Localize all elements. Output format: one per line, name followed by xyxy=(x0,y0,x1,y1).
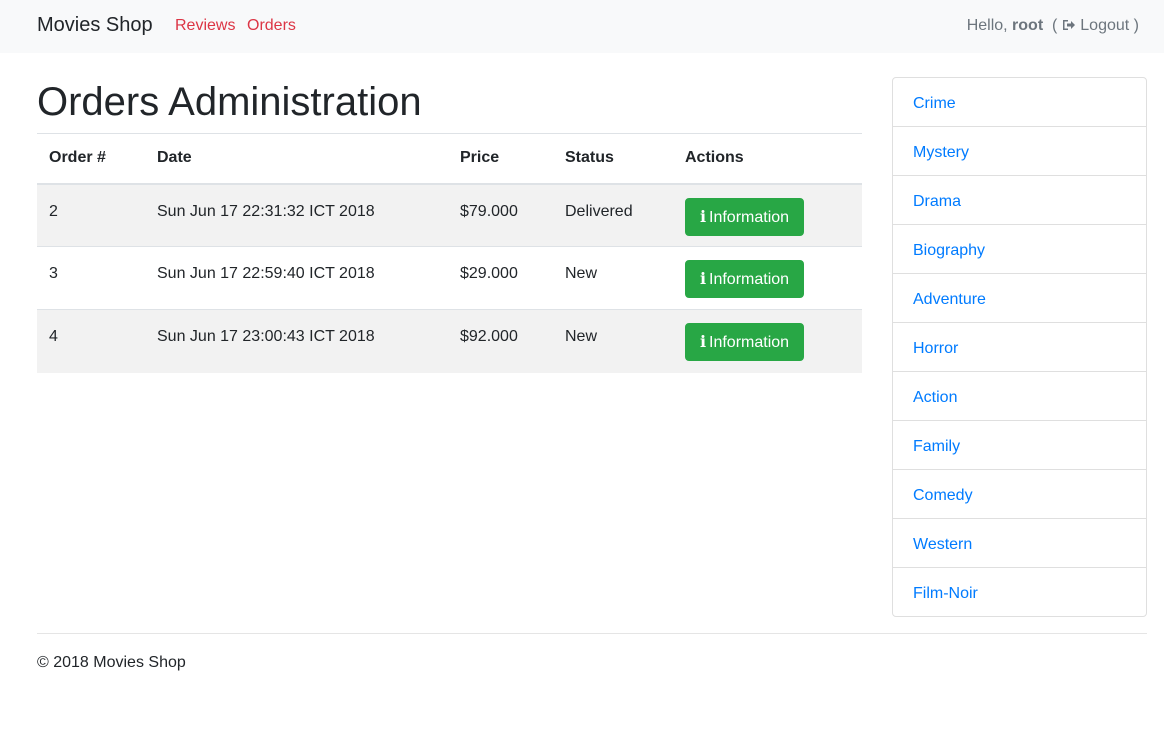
navbar: Movies Shop Reviews Orders Hello, root (… xyxy=(0,0,1164,53)
nav-orders-link[interactable]: Orders xyxy=(247,17,296,35)
page-title: Orders Administration xyxy=(37,80,422,124)
information-button[interactable]: i Information xyxy=(685,197,804,236)
header-order-number: Order # xyxy=(37,133,145,185)
footer-divider xyxy=(37,633,1147,634)
footer-copyright: © 2018 Movies Shop xyxy=(37,654,186,671)
genre-link-drama[interactable]: Drama xyxy=(913,193,961,210)
genre-item: Mystery xyxy=(893,126,1146,175)
order-date-cell: Sun Jun 17 23:00:43 ICT 2018 xyxy=(145,309,448,373)
genre-item: Western xyxy=(893,518,1146,567)
order-status-cell: New xyxy=(553,309,673,373)
information-button-label: Information xyxy=(709,208,790,226)
order-status-cell: Delivered xyxy=(553,183,673,247)
table-row: 4 Sun Jun 17 23:00:43 ICT 2018 $92.000 N… xyxy=(37,309,862,373)
sign-out-icon xyxy=(1062,20,1075,30)
orders-table: Order # Date Price Status Actions 2 Sun … xyxy=(37,133,862,373)
table-row: 2 Sun Jun 17 22:31:32 ICT 2018 $79.000 D… xyxy=(37,183,862,247)
header-date: Date xyxy=(145,133,448,185)
logout-paren-close: ) xyxy=(1133,17,1139,34)
greeting-text: Hello, xyxy=(966,17,1008,34)
info-icon: i xyxy=(699,269,707,288)
information-button-label: Information xyxy=(709,271,790,288)
order-status-cell: New xyxy=(553,246,673,310)
genre-item: Biography xyxy=(893,224,1146,273)
user-area: Hello, root ( Logout ) xyxy=(967,17,1139,35)
order-number-cell: 4 xyxy=(37,309,145,373)
order-date-cell: Sun Jun 17 22:59:40 ICT 2018 xyxy=(145,246,448,310)
genre-link-action[interactable]: Action xyxy=(913,389,957,406)
order-actions-cell: i Information xyxy=(673,246,862,310)
genre-link-film-noir[interactable]: Film-Noir xyxy=(913,585,978,602)
order-actions-cell: i Information xyxy=(673,183,862,247)
logout-link[interactable]: Logout xyxy=(1062,17,1129,34)
brand-link[interactable]: Movies Shop xyxy=(37,14,153,37)
logout-paren-open: ( xyxy=(1052,17,1058,34)
information-button[interactable]: i Information xyxy=(685,260,804,298)
order-number-cell: 3 xyxy=(37,246,145,310)
order-actions-cell: i Information xyxy=(673,309,862,373)
genre-link-adventure[interactable]: Adventure xyxy=(913,291,986,308)
table-row: 3 Sun Jun 17 22:59:40 ICT 2018 $29.000 N… xyxy=(37,246,862,310)
information-button-label: Information xyxy=(709,334,790,351)
info-icon: i xyxy=(699,332,707,351)
username: root xyxy=(1012,17,1044,34)
logout-label: Logout xyxy=(1080,17,1130,34)
header-price: Price xyxy=(448,133,553,185)
genre-link-biography[interactable]: Biography xyxy=(913,242,985,259)
genre-item: Film-Noir xyxy=(893,567,1146,616)
header-actions: Actions xyxy=(673,133,862,185)
order-date-cell: Sun Jun 17 22:31:32 ICT 2018 xyxy=(145,183,448,247)
genre-link-crime[interactable]: Crime xyxy=(913,95,956,112)
genre-item: Drama xyxy=(893,175,1146,224)
genre-item: Crime xyxy=(893,78,1146,126)
genre-item: Family xyxy=(893,420,1146,469)
genre-list: Crime Mystery Drama Biography Adventure … xyxy=(892,77,1147,617)
genre-item: Comedy xyxy=(893,469,1146,518)
order-number-cell: 2 xyxy=(37,183,145,247)
genre-link-family[interactable]: Family xyxy=(913,438,960,455)
genre-link-western[interactable]: Western xyxy=(913,536,972,553)
info-icon: i xyxy=(699,206,707,226)
genre-link-comedy[interactable]: Comedy xyxy=(913,487,973,504)
genre-item: Adventure xyxy=(893,273,1146,322)
order-price-cell: $79.000 xyxy=(448,183,553,247)
order-price-cell: $29.000 xyxy=(448,246,553,310)
nav-reviews-link[interactable]: Reviews xyxy=(175,17,235,35)
genre-link-mystery[interactable]: Mystery xyxy=(913,144,969,161)
order-price-cell: $92.000 xyxy=(448,309,553,373)
genre-item: Action xyxy=(893,371,1146,420)
genre-link-horror[interactable]: Horror xyxy=(913,340,958,357)
information-button[interactable]: i Information xyxy=(685,323,804,361)
table-header-row: Order # Date Price Status Actions xyxy=(37,133,862,185)
header-status: Status xyxy=(553,133,673,185)
genre-item: Horror xyxy=(893,322,1146,371)
